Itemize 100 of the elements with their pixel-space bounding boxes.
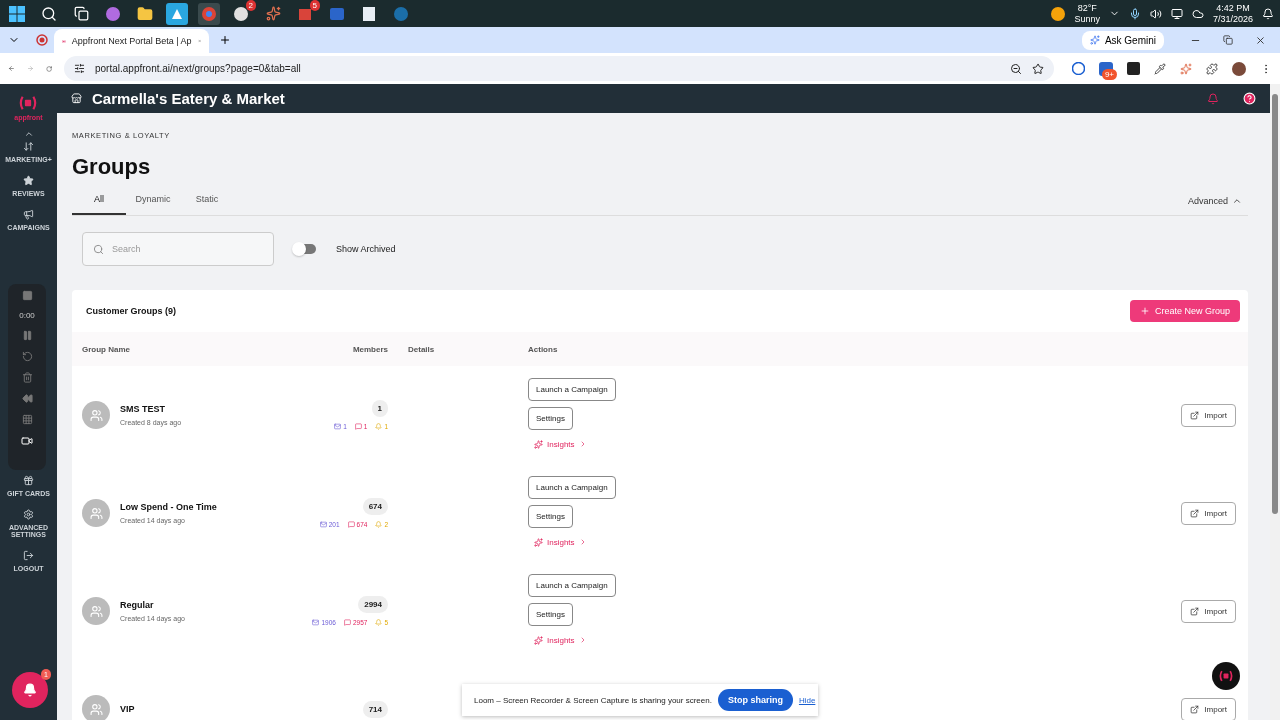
sharing-message: Loom – Screen Recorder & Screen Capture is sharing your screen. (474, 695, 712, 705)
address-bar[interactable]: portal.appfront.ai/next/groups?page=0&tab=all (64, 56, 1054, 81)
import-icon (1190, 410, 1200, 420)
zoom-icon[interactable] (1010, 62, 1022, 75)
column-header: Details (408, 344, 435, 354)
import-icon (1190, 508, 1200, 518)
collapse-icon[interactable] (23, 129, 34, 139)
rewind-icon[interactable] (21, 393, 33, 404)
import-button[interactable]: Import (1181, 501, 1236, 525)
speaker-icon[interactable] (1149, 7, 1162, 20)
help-icon[interactable] (1243, 92, 1256, 105)
cloud-icon[interactable] (1191, 7, 1204, 20)
action-button[interactable]: Settings (528, 504, 573, 528)
tab[interactable]: Dynamic (126, 186, 180, 215)
group-name: Low Spend - One Time (120, 502, 217, 512)
camera-icon[interactable] (21, 435, 33, 447)
insights-link[interactable]: Insights (528, 435, 593, 453)
new-tab-icon[interactable] (219, 34, 231, 46)
column-header: Members (352, 344, 388, 354)
stop-icon[interactable] (21, 290, 33, 301)
sparkle-icon (534, 439, 543, 449)
action-button[interactable]: Launch a Campaign (528, 475, 616, 499)
page-title: Groups (72, 154, 152, 180)
star-icon (23, 175, 34, 186)
card-title: Customer Groups (9) (86, 306, 176, 316)
logo-icon (1219, 669, 1233, 683)
gift-icon (23, 475, 34, 486)
bell-icon[interactable] (1207, 92, 1219, 105)
scrollbar-thumb[interactable] (1272, 94, 1278, 514)
logout-icon (23, 550, 34, 561)
search-input[interactable]: Search (112, 233, 263, 265)
plus-icon (1139, 306, 1150, 316)
restore-icon[interactable] (1223, 34, 1233, 45)
people-icon (89, 604, 103, 618)
bell-icon (375, 619, 383, 626)
member-count: 1 (371, 400, 388, 417)
advanced-button[interactable]: Advanced (1181, 194, 1248, 207)
insights-link[interactable]: Insights (528, 533, 593, 551)
sparkle-icon (534, 537, 543, 547)
insights-link[interactable]: Insights (528, 631, 593, 649)
group-name: VIP (120, 704, 135, 714)
tab-title: Appfront Next Portal Beta | Ap (71, 36, 192, 46)
toggle-label: Show Archived (336, 244, 396, 254)
restart-icon[interactable] (21, 351, 33, 362)
import-button[interactable]: Import (1181, 599, 1236, 623)
member-count: 2994 (358, 596, 388, 613)
url: portal.appfront.ai/next/groups?page=0&tab=all (95, 63, 301, 74)
envelope-icon (334, 423, 342, 430)
microphone-icon[interactable] (1128, 7, 1141, 20)
browser-tab[interactable]: Appfront Next Portal Beta | Ap (54, 29, 209, 53)
show-archived-toggle[interactable] (294, 244, 316, 254)
create-group-button[interactable]: Create New Group (1129, 300, 1240, 322)
grid-icon[interactable] (21, 414, 33, 425)
column-header: Actions (528, 344, 558, 354)
sparkle-icon (1089, 35, 1100, 45)
tab[interactable]: Static (180, 186, 234, 215)
delete-icon[interactable] (21, 372, 33, 383)
badge: 5 (309, 0, 320, 11)
import-button[interactable]: Import (1181, 403, 1236, 427)
clock-date: 7/31/2026 (1212, 13, 1253, 25)
action-button[interactable]: Launch a Campaign (528, 573, 616, 597)
import-button[interactable]: Import (1181, 697, 1236, 720)
search-field[interactable]: Search (82, 232, 274, 266)
stop-sharing-button[interactable]: Stop sharing (717, 689, 793, 711)
search-icon (93, 243, 104, 255)
ask-gemini-button[interactable]: Ask Gemini (1081, 30, 1164, 50)
app-icon[interactable] (233, 5, 249, 22)
people-icon (89, 408, 103, 422)
notification-icon[interactable] (1262, 7, 1274, 20)
sparkle-icon (534, 635, 543, 645)
recording-time: 0:00 (19, 311, 35, 320)
hide-link[interactable]: Hide (798, 695, 816, 705)
record-icon[interactable] (36, 34, 48, 46)
bell-icon (375, 423, 383, 430)
store-icon (71, 93, 82, 104)
extension-icon[interactable] (1127, 62, 1140, 75)
megaphone-icon (23, 209, 34, 220)
monitor-icon[interactable] (1170, 7, 1183, 20)
pause-icon[interactable] (21, 330, 33, 341)
member-count: 674 (362, 498, 388, 515)
eyedropper-icon[interactable] (1154, 62, 1166, 75)
message-icon (343, 619, 351, 626)
extension-icon[interactable] (1072, 62, 1085, 75)
member-count: 714 (362, 700, 388, 718)
action-button[interactable]: Settings (528, 602, 573, 626)
app-icon[interactable] (166, 2, 188, 25)
tab[interactable]: All (72, 186, 126, 215)
site-settings-icon[interactable] (74, 63, 85, 74)
action-button[interactable]: Settings (528, 406, 573, 430)
browser-icon[interactable] (198, 2, 220, 25)
message-icon (354, 423, 362, 430)
action-button[interactable]: Launch a Campaign (528, 377, 616, 401)
envelope-icon (312, 619, 320, 626)
bell-icon (375, 521, 383, 528)
bell-icon (23, 683, 37, 697)
profile-avatar[interactable] (1232, 61, 1246, 76)
extensions-icon[interactable] (1206, 62, 1218, 75)
group-name: Regular (120, 600, 155, 610)
bookmark-icon[interactable] (1032, 62, 1044, 75)
sunburst-icon[interactable] (1180, 62, 1192, 75)
